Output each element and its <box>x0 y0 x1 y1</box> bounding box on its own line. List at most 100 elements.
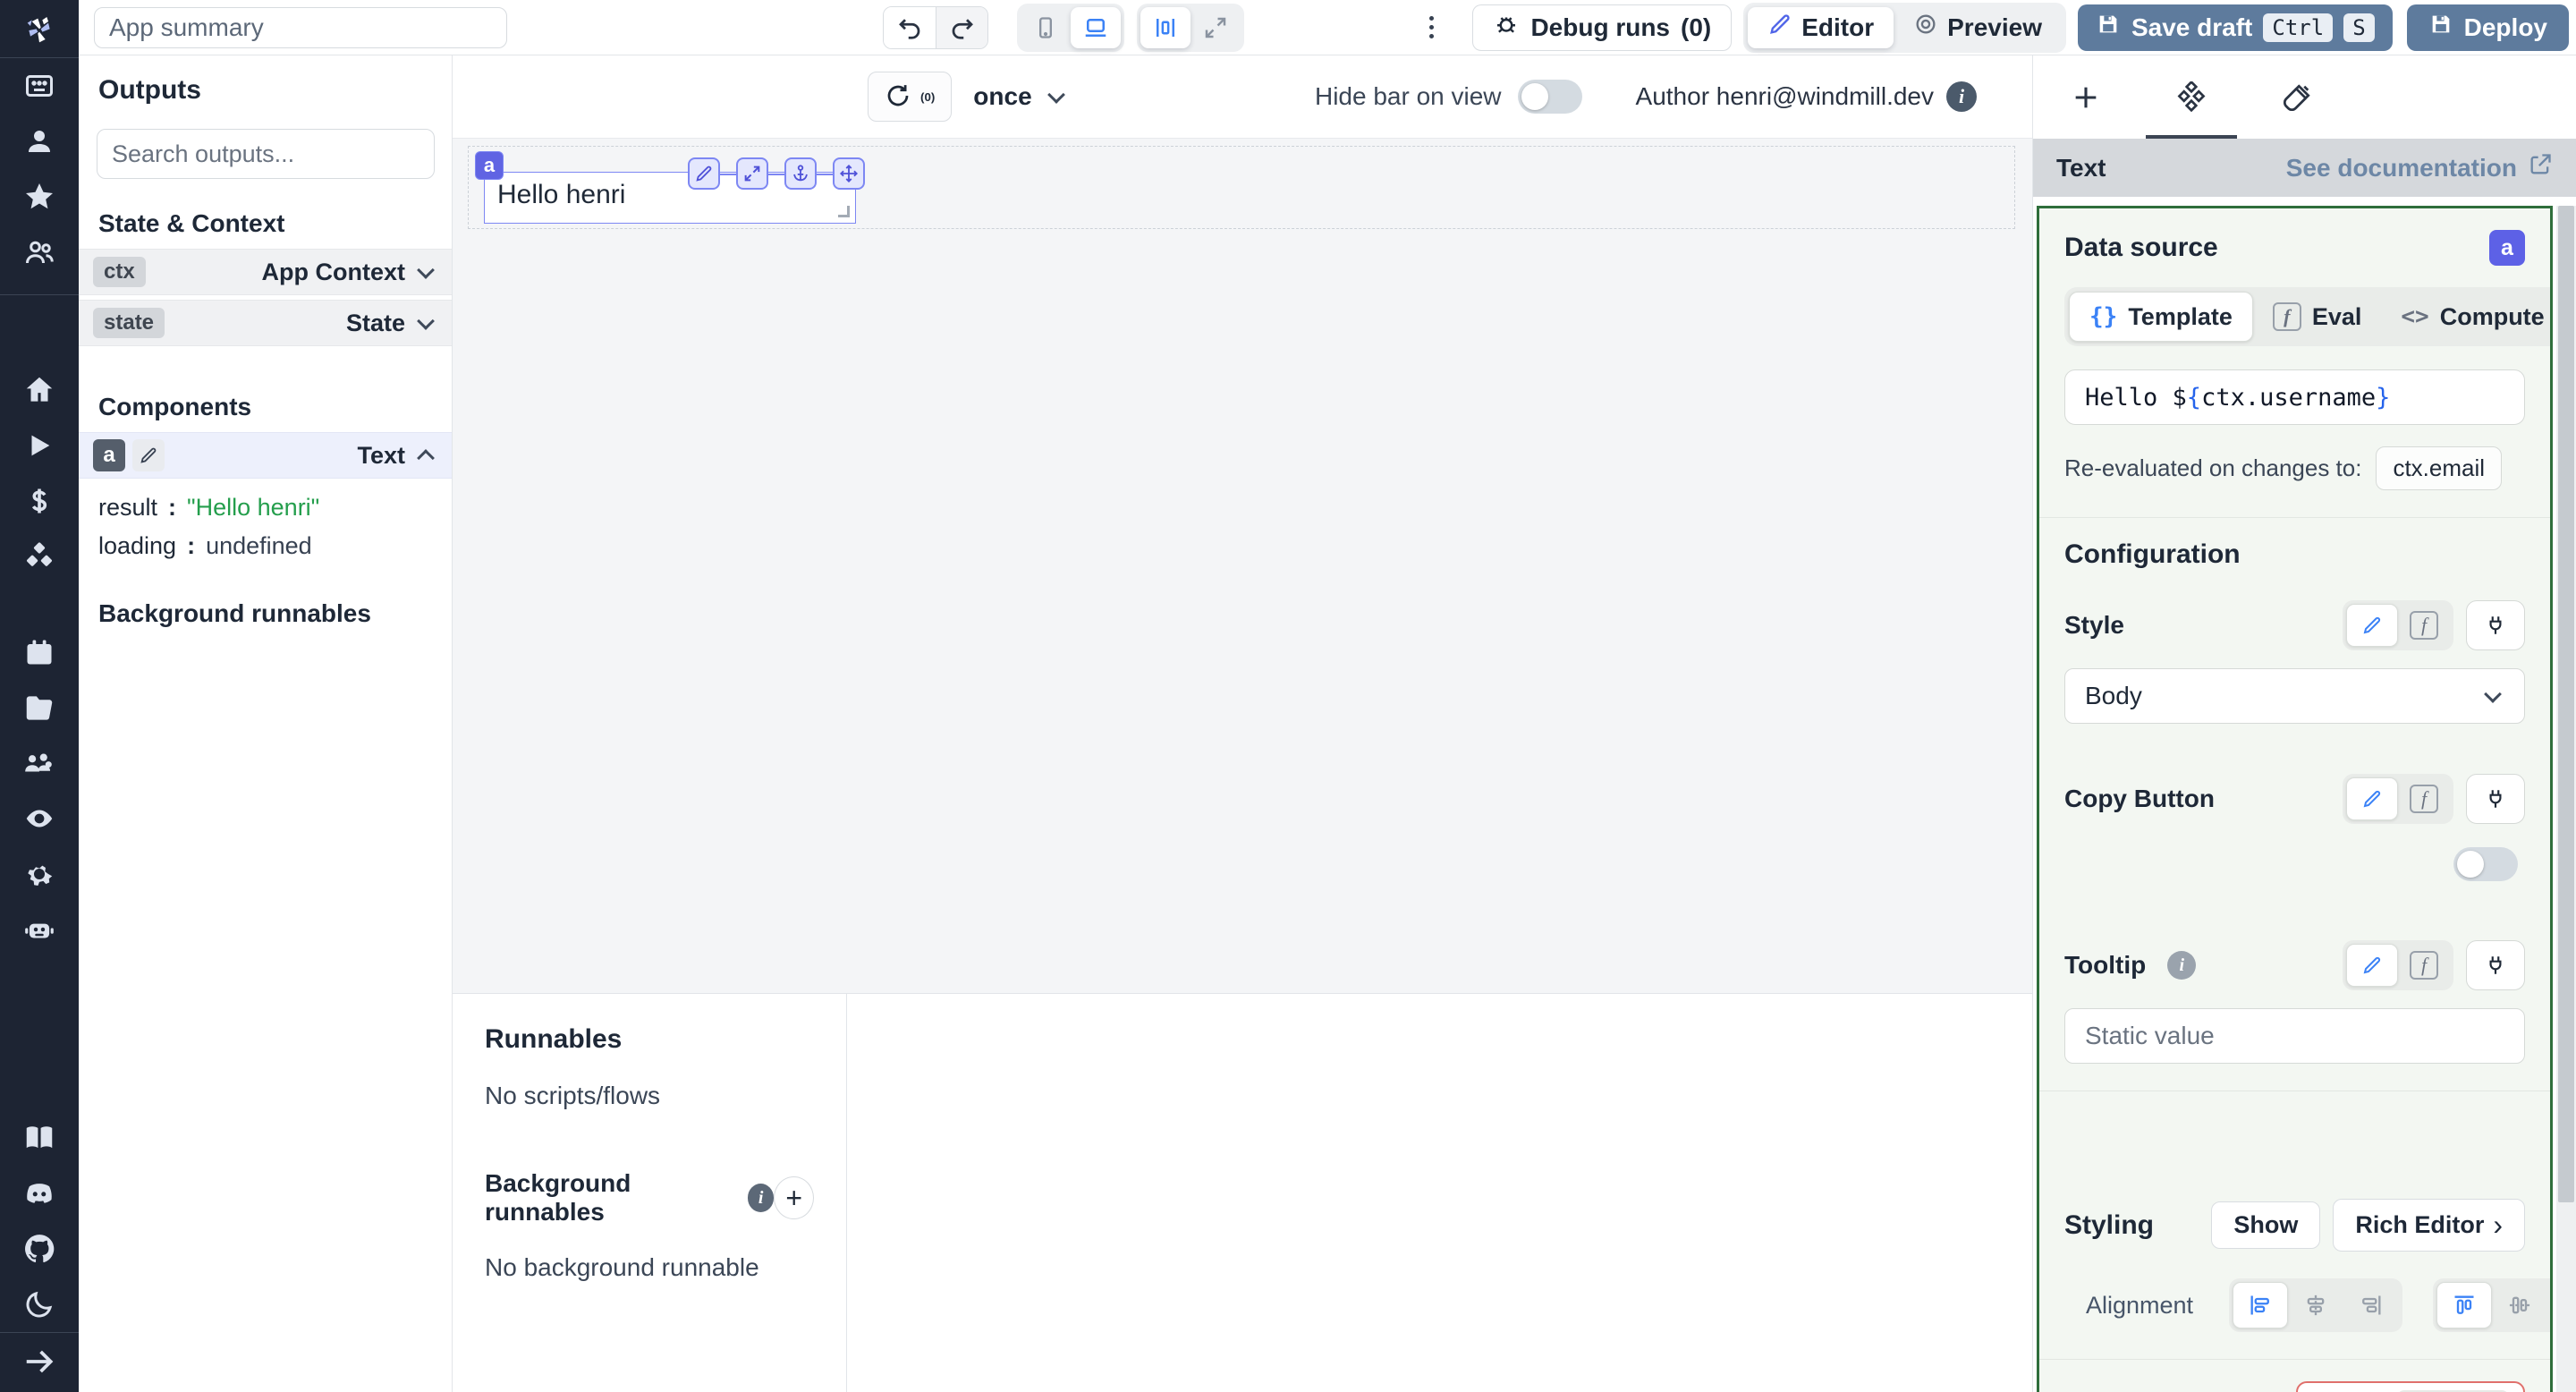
align-top-icon[interactable] <box>2436 1282 2493 1328</box>
show-styling-button[interactable]: Show <box>2211 1201 2321 1249</box>
debug-runs-label: Debug runs <box>1530 13 1670 41</box>
dark-mode-moon-icon[interactable] <box>21 1286 57 1322</box>
expand-icon[interactable] <box>736 157 768 190</box>
component-a-row[interactable]: a Text <box>79 432 452 479</box>
favorites-star-icon[interactable] <box>21 179 57 215</box>
resources-boxes-icon[interactable] <box>21 539 57 574</box>
schedules-calendar-icon[interactable] <box>21 634 57 670</box>
groups-admin-icon[interactable] <box>21 745 57 781</box>
rename-pencil-icon[interactable] <box>132 439 165 471</box>
delete-component-button[interactable]: Delete ⌘ + ⌫ <box>2295 1381 2525 1392</box>
resize-handle[interactable] <box>838 206 850 217</box>
variables-dollar-icon[interactable] <box>21 483 57 519</box>
audit-eye-icon[interactable] <box>21 801 57 836</box>
move-icon[interactable] <box>833 157 865 190</box>
ctx-output-row[interactable]: ctx App Context <box>79 249 452 295</box>
user-icon[interactable] <box>21 123 57 159</box>
align-left-icon[interactable] <box>2233 1282 2289 1328</box>
data-source-section: Data source a {} Template f Eval <> Comp… <box>2039 208 2550 518</box>
info-icon[interactable]: i <box>1946 81 1977 112</box>
info-icon[interactable]: i <box>2167 951 2197 980</box>
schedule-select[interactable]: once <box>973 82 1067 111</box>
runs-play-icon[interactable] <box>21 428 57 463</box>
center-canvas-button[interactable] <box>1140 6 1191 48</box>
scrollbar-thumb[interactable] <box>2558 206 2574 1202</box>
chevron-down-icon[interactable] <box>417 312 435 330</box>
folders-icon[interactable] <box>21 690 57 726</box>
connect-plug-icon[interactable] <box>2466 600 2525 650</box>
more-options-kebab-icon[interactable] <box>1413 6 1449 49</box>
anchor-icon[interactable] <box>784 157 817 190</box>
background-runnables-header: Background runnables i + <box>485 1169 814 1226</box>
workers-robot-icon[interactable] <box>21 912 57 947</box>
insert-component-tab[interactable] <box>2033 55 2139 139</box>
tooltip-label: Tooltip <box>2064 951 2147 979</box>
editor-mode-button[interactable]: Editor <box>1748 6 1894 48</box>
add-background-runnable-button[interactable]: + <box>774 1176 814 1219</box>
app-summary-input[interactable] <box>94 6 507 48</box>
github-icon[interactable] <box>21 1231 57 1267</box>
rich-editor-button[interactable]: Rich Editor › <box>2333 1199 2525 1252</box>
inspector-scrollbar[interactable] <box>2556 206 2576 1392</box>
discord-icon[interactable] <box>21 1176 57 1211</box>
preview-mode-button[interactable]: Preview <box>1894 7 2062 48</box>
debug-runs-button[interactable]: Debug runs (0) <box>1472 4 1733 51</box>
loading-output-row: loading : undefined <box>98 532 312 559</box>
copy-button-toggle[interactable] <box>2453 847 2518 881</box>
background-runnables-heading: Background runnables <box>98 599 371 627</box>
users-group-icon[interactable] <box>21 234 57 270</box>
eval-function-icon[interactable]: f <box>2398 777 2450 820</box>
runnables-column: Runnables No scripts/flows Background ru… <box>453 994 847 1392</box>
preview-label: Preview <box>1947 13 2042 41</box>
align-bottom-icon[interactable] <box>2547 1282 2550 1328</box>
undo-button[interactable] <box>884 6 936 48</box>
redo-button[interactable] <box>936 6 987 48</box>
tooltip-value-input[interactable] <box>2064 1008 2525 1064</box>
desktop-view-button[interactable] <box>1071 6 1121 48</box>
data-source-title: Data source <box>2064 233 2218 262</box>
search-outputs-input[interactable] <box>97 129 435 179</box>
app-canvas[interactable]: a Hello henri <box>453 139 2032 993</box>
connect-plug-icon[interactable] <box>2466 774 2525 824</box>
align-right-icon[interactable] <box>2343 1282 2399 1328</box>
eval-function-icon[interactable]: f <box>2398 604 2450 647</box>
info-icon[interactable]: i <box>747 1184 775 1212</box>
external-link-icon <box>2528 152 2553 183</box>
save-draft-button[interactable]: Save draft Ctrl S <box>2077 4 2393 51</box>
align-center-horizontal-icon[interactable] <box>2288 1282 2343 1328</box>
component-settings-tab[interactable] <box>2139 55 2244 139</box>
global-styling-tab[interactable] <box>2244 55 2350 139</box>
chevron-down-icon[interactable] <box>417 261 435 279</box>
docs-book-icon[interactable] <box>21 1120 57 1156</box>
fullwidth-canvas-button[interactable] <box>1191 7 1241 48</box>
windmill-logo-icon[interactable] <box>21 13 57 48</box>
state-output-row[interactable]: state State <box>79 300 452 346</box>
align-middle-vertical-icon[interactable] <box>2492 1282 2547 1328</box>
workspace-switcher-icon[interactable] <box>21 68 57 104</box>
see-documentation-link[interactable]: See documentation <box>2286 152 2553 183</box>
settings-gear-icon[interactable] <box>21 856 57 892</box>
template-expression-input[interactable]: Hello ${ctx.username} <box>2064 369 2525 425</box>
static-pencil-icon[interactable] <box>2346 777 2398 820</box>
text-component-a[interactable]: a Hello henri <box>475 151 865 224</box>
compute-tab[interactable]: <> Compute <box>2381 292 2550 342</box>
static-pencil-icon[interactable] <box>2346 604 2398 647</box>
eval-tab[interactable]: f Eval <box>2253 292 2382 342</box>
hide-bar-toggle[interactable] <box>1517 80 1582 114</box>
editor-preview-toggle: Editor Preview <box>1743 2 2066 53</box>
eval-function-icon[interactable]: f <box>2398 944 2450 987</box>
home-icon[interactable] <box>21 372 57 408</box>
mobile-view-button[interactable] <box>1021 7 1071 48</box>
deploy-button[interactable]: Deploy <box>2406 4 2569 51</box>
style-select[interactable]: Body <box>2064 668 2525 724</box>
chevron-up-icon[interactable] <box>417 449 435 467</box>
static-pencil-icon[interactable] <box>2346 944 2398 987</box>
state-type-label: State <box>345 309 405 336</box>
refresh-app-button[interactable]: (0) <box>868 72 953 122</box>
refresh-count: (0) <box>920 89 936 104</box>
template-tab[interactable]: {} Template <box>2069 292 2253 342</box>
edit-pencil-icon[interactable] <box>688 157 720 190</box>
reeval-dependency-badge[interactable]: ctx.email <box>2376 446 2503 490</box>
expand-sidebar-arrow-icon[interactable] <box>21 1344 57 1379</box>
connect-plug-icon[interactable] <box>2466 940 2525 990</box>
